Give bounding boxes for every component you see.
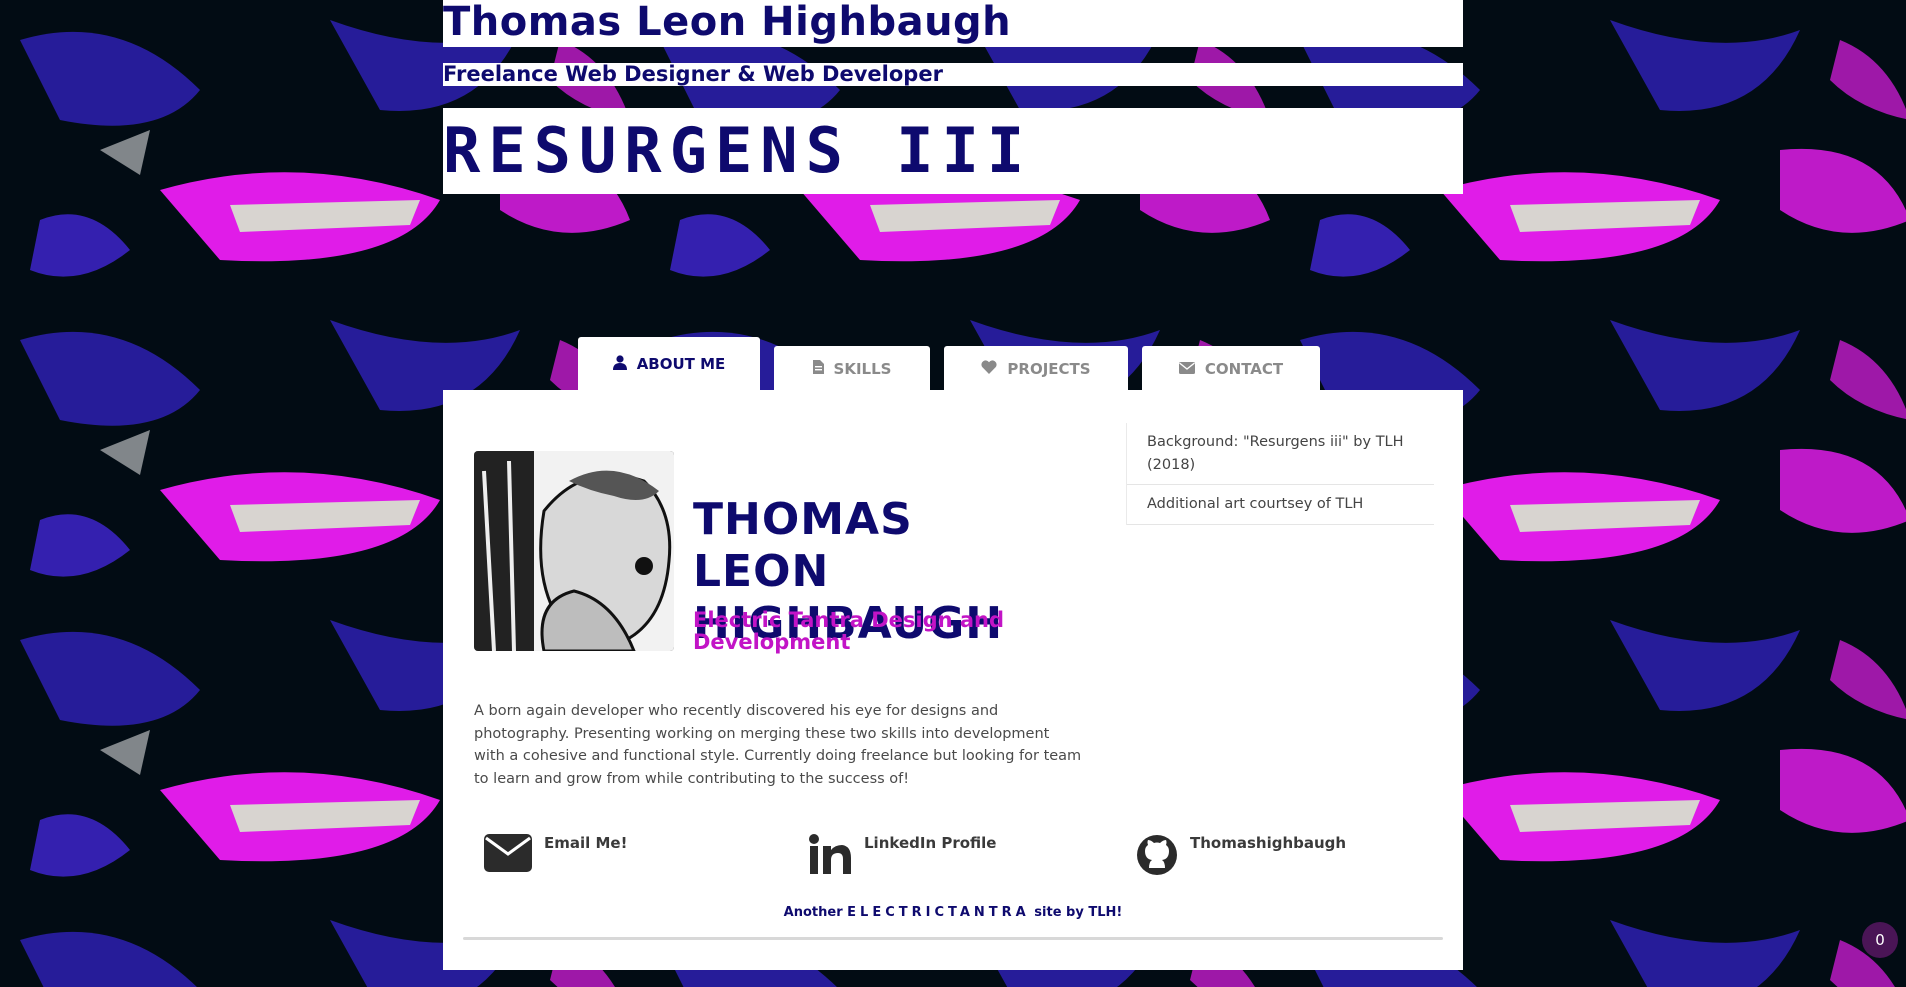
linkedin-link[interactable]: LinkedIn Profile — [808, 834, 996, 878]
tab-about-me[interactable]: ABOUT ME — [578, 337, 760, 391]
profile-bio: A born again developer who recently disc… — [474, 703, 1082, 787]
github-icon — [1136, 834, 1178, 880]
github-label: Thomashighbaugh — [1190, 834, 1347, 852]
tab-projects[interactable]: PROJECTS — [944, 346, 1128, 391]
sidebar-item-background-credit: Background: "Resurgens iii" by TLH (2018… — [1127, 423, 1434, 485]
tab-label: CONTACT — [1204, 359, 1284, 378]
section-tabs: ABOUT ME SKILLS PROJECTS CONTACT — [578, 337, 1334, 391]
email-label: Email Me! — [544, 834, 628, 852]
credits-sidebar: Background: "Resurgens iii" by TLH (2018… — [1126, 423, 1434, 525]
tab-skills[interactable]: SKILLS — [774, 346, 930, 391]
footer-credit: Another ELECTRICTANTRA site by TLH! — [443, 905, 1463, 920]
site-subtitle: Freelance Web Designer & Web Developer — [443, 63, 1463, 86]
sidebar-item-art-credit: Additional art courtsey of TLH — [1127, 485, 1434, 525]
heart-icon — [981, 359, 997, 378]
footer-prefix: Another — [783, 905, 843, 920]
user-icon — [612, 354, 627, 374]
footer-suffix: site by TLH! — [1034, 905, 1123, 920]
notification-badge[interactable]: 0 — [1862, 922, 1898, 958]
site-title: Thomas Leon Highbaugh — [443, 0, 1463, 47]
github-link[interactable]: Thomashighbaugh — [1136, 834, 1346, 880]
profile-avatar — [474, 451, 674, 651]
banner-title: RESURGENS III — [443, 108, 1463, 194]
tab-label: SKILLS — [833, 359, 892, 378]
about-panel: THOMAS LEON HIGHBAUGH Electric Tantra De… — [443, 390, 1463, 970]
tab-label: ABOUT ME — [636, 355, 726, 373]
footer-divider — [463, 937, 1443, 940]
linkedin-label: LinkedIn Profile — [864, 834, 997, 852]
envelope-icon — [1178, 360, 1195, 378]
footer-brand-link[interactable]: ELECTRICTANTRA — [847, 905, 1030, 920]
tab-contact[interactable]: CONTACT — [1142, 346, 1320, 391]
contact-links: Email Me! LinkedIn Profile Thomashighbau… — [443, 834, 1463, 894]
file-icon — [812, 359, 824, 378]
profile-tagline: Electric Tantra Design and Development — [693, 608, 1005, 654]
envelope-icon — [484, 834, 532, 876]
tab-label: PROJECTS — [1007, 359, 1091, 378]
linkedin-icon — [808, 834, 852, 878]
email-link[interactable]: Email Me! — [484, 834, 627, 876]
